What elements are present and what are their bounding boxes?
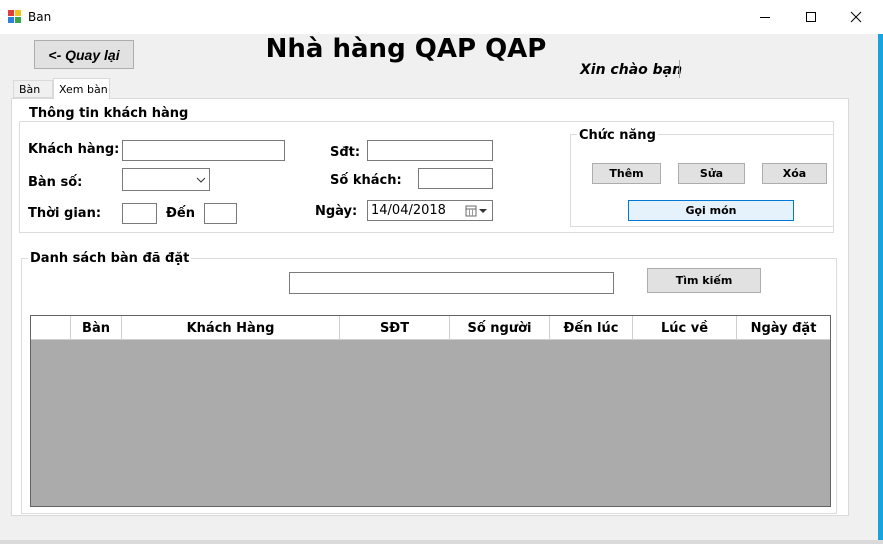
- row-header-corner[interactable]: [31, 316, 71, 340]
- search-input[interactable]: [289, 272, 614, 294]
- search-button[interactable]: Tìm kiếm: [647, 268, 761, 293]
- order-button[interactable]: Gọi món: [628, 200, 794, 221]
- customer-label: Khách hàng:: [28, 142, 120, 157]
- back-button[interactable]: <- Quay lại: [34, 40, 134, 69]
- minimize-icon: [760, 17, 770, 18]
- guests-input[interactable]: [418, 168, 493, 189]
- table-number-label: Bàn số:: [28, 175, 83, 190]
- column-header-departure[interactable]: Lúc về: [633, 316, 737, 340]
- bookings-grid[interactable]: Bàn Khách Hàng SĐT Số người Đến lúc Lúc …: [30, 315, 831, 507]
- time-from-input[interactable]: [122, 203, 157, 224]
- column-header-phone[interactable]: SĐT: [340, 316, 450, 340]
- tab-ban[interactable]: Bàn: [13, 80, 53, 98]
- minimize-button[interactable]: [742, 0, 788, 34]
- time-label: Thời gian:: [28, 206, 102, 221]
- column-header-customer[interactable]: Khách Hàng: [122, 316, 340, 340]
- add-button[interactable]: Thêm: [592, 163, 661, 184]
- page-title: Nhà hàng QAP QAP: [265, 34, 547, 64]
- calendar-icon: [465, 205, 487, 217]
- phone-input[interactable]: [367, 140, 493, 161]
- chevron-down-icon: [196, 177, 206, 183]
- greeting-separator: [679, 60, 680, 78]
- booking-list-title: Danh sách bàn đã đặt: [28, 251, 192, 266]
- customer-info-title: Thông tin khách hàng: [27, 106, 191, 121]
- app-icon: [8, 10, 21, 23]
- phone-label: Sđt:: [330, 145, 361, 160]
- delete-button[interactable]: Xóa: [762, 163, 827, 184]
- window-frame-bottom: [0, 540, 883, 544]
- guests-label: Số khách:: [330, 173, 402, 188]
- date-value: 14/04/2018: [371, 203, 446, 218]
- maximize-button[interactable]: [788, 0, 834, 34]
- maximize-icon: [806, 12, 816, 22]
- column-header-booking-date[interactable]: Ngày đặt: [737, 316, 830, 340]
- column-header-ban[interactable]: Bàn: [71, 316, 122, 340]
- customer-input[interactable]: [122, 140, 285, 161]
- column-header-arrival[interactable]: Đến lúc: [550, 316, 633, 340]
- tab-xem-ban[interactable]: Xem bàn: [53, 78, 110, 99]
- table-number-select[interactable]: [122, 168, 210, 191]
- grid-header: Bàn Khách Hàng SĐT Số người Đến lúc Lúc …: [31, 316, 830, 340]
- column-header-guests[interactable]: Số người: [450, 316, 550, 340]
- close-button[interactable]: [833, 0, 879, 34]
- edit-button[interactable]: Sửa: [678, 163, 745, 184]
- window-title: Ban: [28, 10, 52, 24]
- to-label: Đến: [166, 206, 195, 221]
- title-bar: Ban: [0, 0, 883, 34]
- date-label: Ngày:: [315, 204, 358, 219]
- close-icon: [850, 11, 862, 23]
- time-to-input[interactable]: [204, 203, 237, 224]
- date-picker[interactable]: 14/04/2018: [367, 200, 493, 221]
- window-frame-right: [878, 34, 883, 544]
- greeting-label: Xin chào bạn: [580, 62, 683, 78]
- functions-title: Chức năng: [577, 128, 658, 143]
